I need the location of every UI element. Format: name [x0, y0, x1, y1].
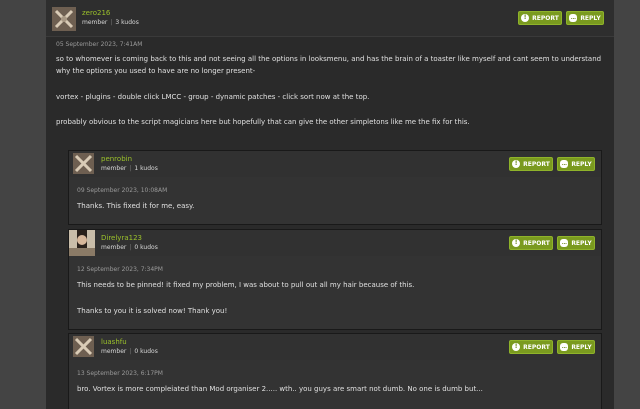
author-meta: member | 1 kudos [101, 165, 158, 172]
author-role: member [82, 19, 108, 26]
right-margin [614, 0, 640, 409]
author-kudos: 0 kudos [134, 244, 158, 251]
left-margin [0, 0, 46, 409]
post-paragraph: Thanks to you it is solved now! Thank yo… [77, 307, 228, 315]
report-label: REPORT [532, 14, 559, 22]
exclamation-icon: ! [512, 239, 521, 247]
author-name[interactable]: Direlyra123 [101, 234, 142, 242]
speech-bubble-icon: … [560, 343, 569, 351]
author-kudos: 1 kudos [134, 165, 158, 172]
reply-header: penrobin member | 1 kudos ! REPORT … REPLY [69, 151, 601, 178]
reply-label: REPLY [580, 14, 601, 22]
main-post-header: zero216 member | 3 kudos ! REPORT … REPLY [46, 0, 614, 37]
reply-body: 13 September 2023, 6:17PM bro. Vortex is… [69, 360, 601, 409]
speech-bubble-icon: … [560, 160, 569, 168]
user-photo-icon [69, 230, 95, 256]
reply-button[interactable]: … REPLY [566, 11, 604, 25]
avatar[interactable] [52, 7, 76, 31]
author-role: member [101, 244, 127, 251]
post-paragraph: Thanks. This fixed it for me, easy. [77, 202, 195, 210]
reply-header: luashfu member | 0 kudos ! REPORT … REPLY [69, 334, 601, 361]
report-button[interactable]: ! REPORT [518, 11, 562, 25]
reply-body: 12 September 2023, 7:34PM This needs to … [69, 256, 601, 329]
author-name[interactable]: penrobin [101, 155, 132, 163]
report-label: REPORT [523, 343, 550, 351]
report-label: REPORT [523, 160, 550, 168]
author-kudos: 0 kudos [134, 348, 158, 355]
speech-bubble-icon: … [560, 239, 569, 247]
author-name[interactable]: luashfu [101, 338, 127, 346]
post-paragraph: bro. Vortex is more compleiated than Mod… [77, 385, 483, 393]
speech-bubble-icon: … [569, 14, 578, 22]
post-date: 05 September 2023, 7:41AM [56, 41, 143, 48]
author-role: member [101, 165, 127, 172]
avatar[interactable] [73, 153, 94, 174]
author-meta: member | 0 kudos [101, 244, 158, 251]
report-label: REPORT [523, 239, 550, 247]
report-button[interactable]: ! REPORT [509, 157, 553, 171]
reply-body: 09 September 2023, 10:08AM Thanks. This … [69, 177, 601, 224]
default-avatar-icon [73, 153, 94, 174]
reply-label: REPLY [571, 160, 592, 168]
author-role: member [101, 348, 127, 355]
post-date: 12 September 2023, 7:34PM [77, 266, 163, 273]
reply-button[interactable]: … REPLY [557, 236, 595, 250]
author-name[interactable]: zero216 [82, 9, 110, 17]
avatar[interactable] [73, 336, 94, 357]
exclamation-icon: ! [512, 343, 521, 351]
reply-header: Direlyra123 member | 0 kudos ! REPORT … REPL… [69, 230, 601, 257]
reply-button[interactable]: … REPLY [557, 157, 595, 171]
reply-label: REPLY [571, 343, 592, 351]
reply-comment: penrobin member | 1 kudos ! REPORT … REPLY 0… [68, 150, 602, 225]
exclamation-icon: ! [512, 160, 521, 168]
author-meta: member | 0 kudos [101, 348, 158, 355]
author-meta: member | 3 kudos [82, 19, 139, 26]
reply-button[interactable]: … REPLY [557, 340, 595, 354]
report-button[interactable]: ! REPORT [509, 340, 553, 354]
default-avatar-icon [52, 7, 76, 31]
post-date: 09 September 2023, 10:08AM [77, 187, 168, 194]
author-kudos: 3 kudos [115, 19, 139, 26]
post-date: 13 September 2023, 6:17PM [77, 370, 163, 377]
report-button[interactable]: ! REPORT [509, 236, 553, 250]
post-paragraph: This needs to be pinned! it fixed my pro… [77, 281, 415, 289]
post-paragraph: vortex - plugins - double click LMCC - g… [56, 93, 370, 101]
default-avatar-icon [73, 336, 94, 357]
exclamation-icon: ! [521, 14, 530, 22]
reply-label: REPLY [571, 239, 592, 247]
reply-comment: Direlyra123 member | 0 kudos ! REPORT … REPL… [68, 229, 602, 330]
reply-comment: luashfu member | 0 kudos ! REPORT … REPLY 13… [68, 333, 602, 409]
post-paragraph: probably obvious to the script magicians… [56, 118, 470, 126]
avatar[interactable] [69, 230, 95, 256]
post-paragraph: so to whomever is coming back to this an… [56, 55, 602, 75]
